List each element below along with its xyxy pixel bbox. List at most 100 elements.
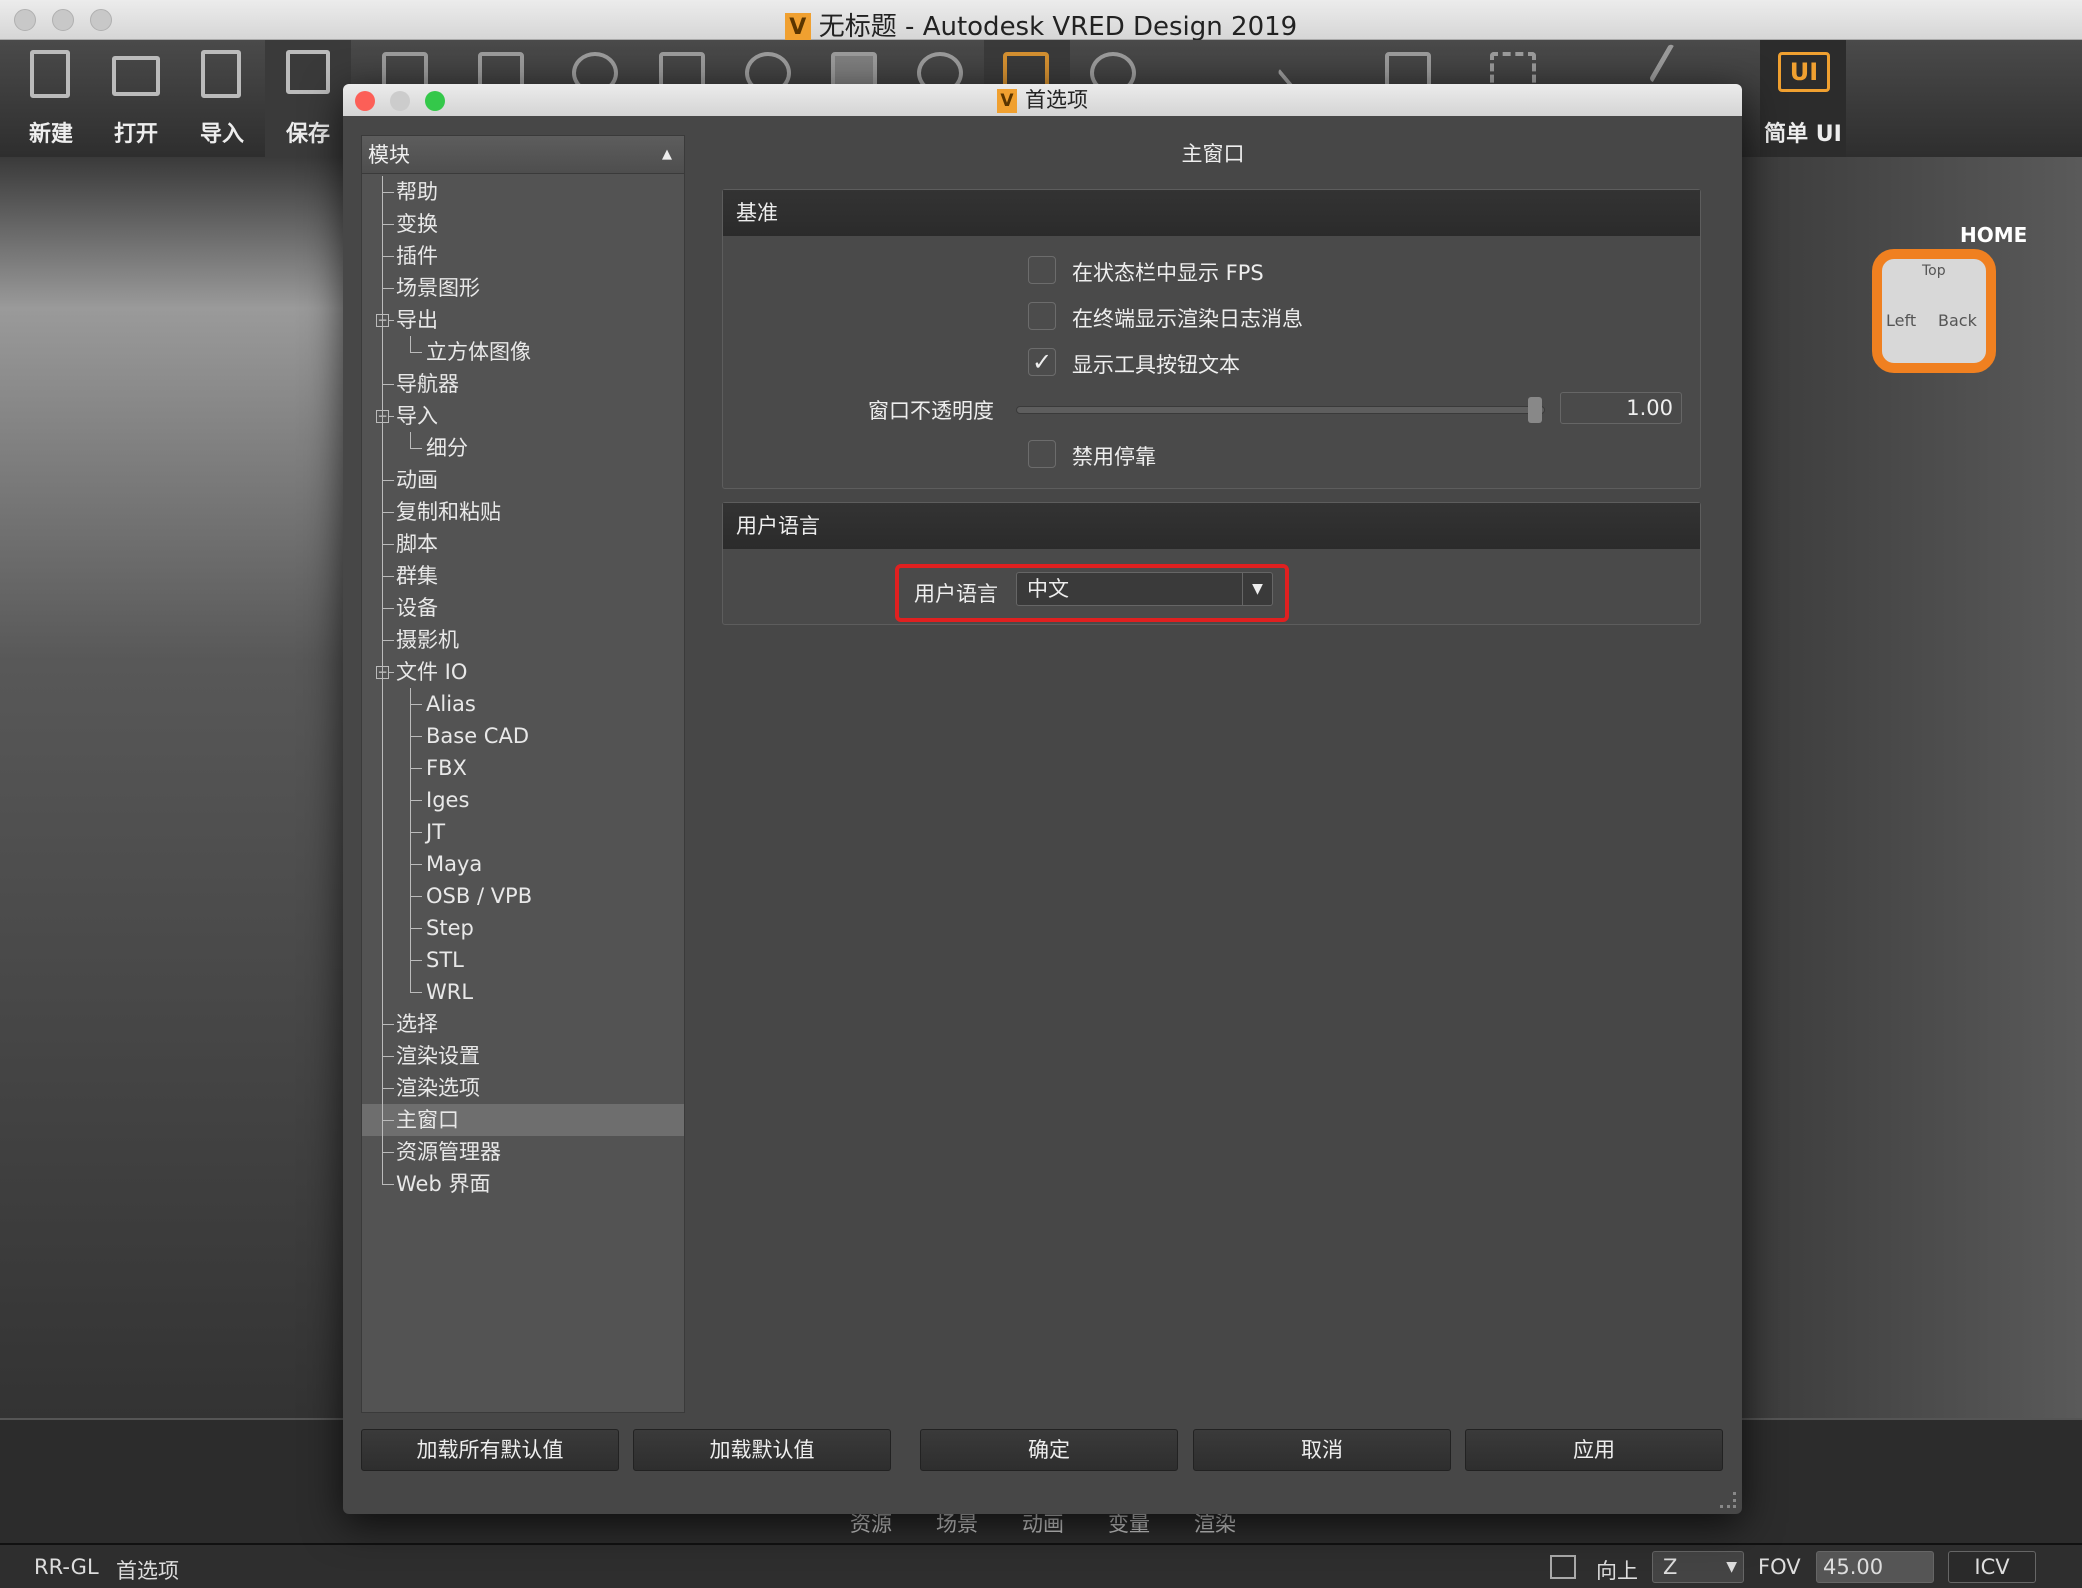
tree-item[interactable]: Base CAD <box>426 720 529 752</box>
terminal-icon[interactable] <box>1550 1555 1576 1579</box>
dialog-title: 首选项 <box>1025 88 1088 112</box>
new-button[interactable]: 新建 <box>8 40 94 157</box>
show-fps-checkbox[interactable] <box>1028 256 1056 284</box>
navigation-cube[interactable]: Top Left Back <box>1872 249 1996 373</box>
tree-item[interactable]: Alias <box>426 688 476 720</box>
tree-item[interactable]: 渲染选项 <box>396 1072 480 1104</box>
tree-item[interactable]: Step <box>426 912 474 944</box>
tree-item[interactable]: 变换 <box>396 208 438 240</box>
new-label: 新建 <box>28 122 73 147</box>
tree-item[interactable]: 导出 <box>396 304 438 336</box>
dialog-close-button[interactable] <box>355 91 375 111</box>
tree-connector <box>382 512 394 513</box>
tree-item-label: 文件 IO <box>396 660 468 684</box>
tree-item[interactable]: WRL <box>426 976 473 1008</box>
tree-header[interactable]: 模块 ▲ <box>362 136 684 174</box>
tree-item[interactable]: 群集 <box>396 560 438 592</box>
tree-item-label: 动画 <box>396 468 438 492</box>
tree-item[interactable]: 场景图形 <box>396 272 480 304</box>
toolbar-text-checkbox[interactable]: ✓ <box>1028 348 1056 376</box>
tree-connector <box>410 896 422 897</box>
ok-button[interactable]: 确定 <box>920 1429 1178 1471</box>
tree-connector <box>410 992 422 993</box>
slider-handle[interactable] <box>1528 397 1542 423</box>
tree-item[interactable]: Web 界面 <box>396 1168 490 1200</box>
tree-item[interactable]: 选择 <box>396 1008 438 1040</box>
tree-item[interactable]: 脚本 <box>396 528 438 560</box>
simple-ui-label: 简单 UI <box>1764 122 1842 147</box>
tree-item[interactable]: 设备 <box>396 592 438 624</box>
save-button[interactable]: 保存 <box>265 40 351 157</box>
folder-open-icon <box>112 56 160 96</box>
tree-item-label: 导入 <box>396 404 438 428</box>
vred-logo-icon: V <box>784 12 811 43</box>
ui-icon: UI <box>1778 52 1830 92</box>
tree-connector <box>382 608 394 609</box>
up-axis-select[interactable]: Z ▼ <box>1652 1551 1744 1583</box>
disable-docking-label: 禁用停靠 <box>1072 445 1156 469</box>
home-button[interactable]: HOME <box>1960 223 2027 247</box>
sort-up-icon: ▲ <box>662 147 672 162</box>
tree-item-label: 变换 <box>396 212 438 236</box>
tree-item-label: STL <box>426 948 464 972</box>
tree-item[interactable]: STL <box>426 944 464 976</box>
tree-item[interactable]: 细分 <box>426 432 468 464</box>
language-select[interactable]: 中文 ▼ <box>1016 572 1273 606</box>
viewport[interactable] <box>0 157 343 1418</box>
tree-item[interactable]: 导入 <box>396 400 438 432</box>
up-label: 向上 <box>1596 1559 1638 1583</box>
open-button[interactable]: 打开 <box>93 40 179 157</box>
basic-group-title: 基准 <box>723 190 1700 236</box>
icv-button[interactable]: ICV <box>1948 1551 2036 1583</box>
tree-item[interactable]: 立方体图像 <box>426 336 531 368</box>
tree-item[interactable]: 导航器 <box>396 368 459 400</box>
tree-item[interactable]: 资源管理器 <box>396 1136 501 1168</box>
simple-ui-button[interactable]: UI 简单 UI <box>1760 40 1846 157</box>
terminal-log-checkbox[interactable] <box>1028 302 1056 330</box>
tree-connector <box>382 1024 394 1025</box>
tree-item-label: Alias <box>426 692 476 716</box>
tree-item-label: 导航器 <box>396 372 459 396</box>
cancel-button[interactable]: 取消 <box>1193 1429 1451 1471</box>
tree-item[interactable]: 帮助 <box>396 176 438 208</box>
module-tree[interactable]: 模块 ▲ 帮助 变换 插件 场景图形 导出 − 立方体图像 导航器 导入 − 细分 动画 复制和粘贴 脚本群… <box>361 135 685 1413</box>
tree-item[interactable]: 文件 IO <box>396 656 467 688</box>
tree-item[interactable]: Maya <box>426 848 482 880</box>
tree-item[interactable]: OSB / VPB <box>426 880 532 912</box>
tree-item[interactable]: JT <box>426 816 445 848</box>
tree-connector <box>382 1184 394 1185</box>
tree-item-label: 摄影机 <box>396 628 459 652</box>
tree-item-label: 细分 <box>426 436 468 460</box>
tree-item[interactable]: FBX <box>426 752 467 784</box>
opacity-input[interactable]: 1.00 <box>1560 392 1682 424</box>
fov-input[interactable]: 45.00 <box>1816 1551 1934 1583</box>
tree-item[interactable]: 主窗口 <box>362 1104 684 1136</box>
resize-grip-icon[interactable] <box>1720 1492 1736 1508</box>
dialog-zoom-button[interactable] <box>425 91 445 111</box>
tree-connector <box>410 352 422 353</box>
tree-item[interactable]: 动画 <box>396 464 438 496</box>
preferences-dialog: V 首选项 模块 ▲ 帮助 变换 插件 场景图形 导出 − 立方体图像 导航器 导入 − 细分 动画 复制和… <box>343 84 1742 1514</box>
tree-item[interactable]: Iges <box>426 784 469 816</box>
tree-item-label: 渲染设置 <box>396 1044 480 1068</box>
import-label: 导入 <box>199 122 244 147</box>
import-button[interactable]: 导入 <box>179 40 265 157</box>
viewport-right[interactable]: HOME Top Left Back <box>1742 157 2082 1418</box>
opacity-slider[interactable] <box>1016 397 1545 423</box>
checkmark-icon: ✓ <box>1031 348 1053 376</box>
tree-item[interactable]: 渲染设置 <box>396 1040 480 1072</box>
dialog-minimize-button[interactable] <box>390 91 410 111</box>
disable-docking-checkbox[interactable] <box>1028 440 1056 468</box>
open-label: 打开 <box>113 122 158 147</box>
tree-item[interactable]: 摄影机 <box>396 624 459 656</box>
tree-item[interactable]: 插件 <box>396 240 438 272</box>
opacity-label: 窗口不透明度 <box>868 399 994 423</box>
tree-item[interactable]: 复制和粘贴 <box>396 496 501 528</box>
load-defaults-button[interactable]: 加载默认值 <box>633 1429 891 1471</box>
fov-label: FOV <box>1758 1555 1801 1579</box>
show-fps-label: 在状态栏中显示 FPS <box>1072 261 1264 285</box>
tree-item-label: 复制和粘贴 <box>396 500 501 524</box>
apply-button[interactable]: 应用 <box>1465 1429 1723 1471</box>
load-all-defaults-button[interactable]: 加载所有默认值 <box>361 1429 619 1471</box>
tree-connector <box>410 800 422 801</box>
